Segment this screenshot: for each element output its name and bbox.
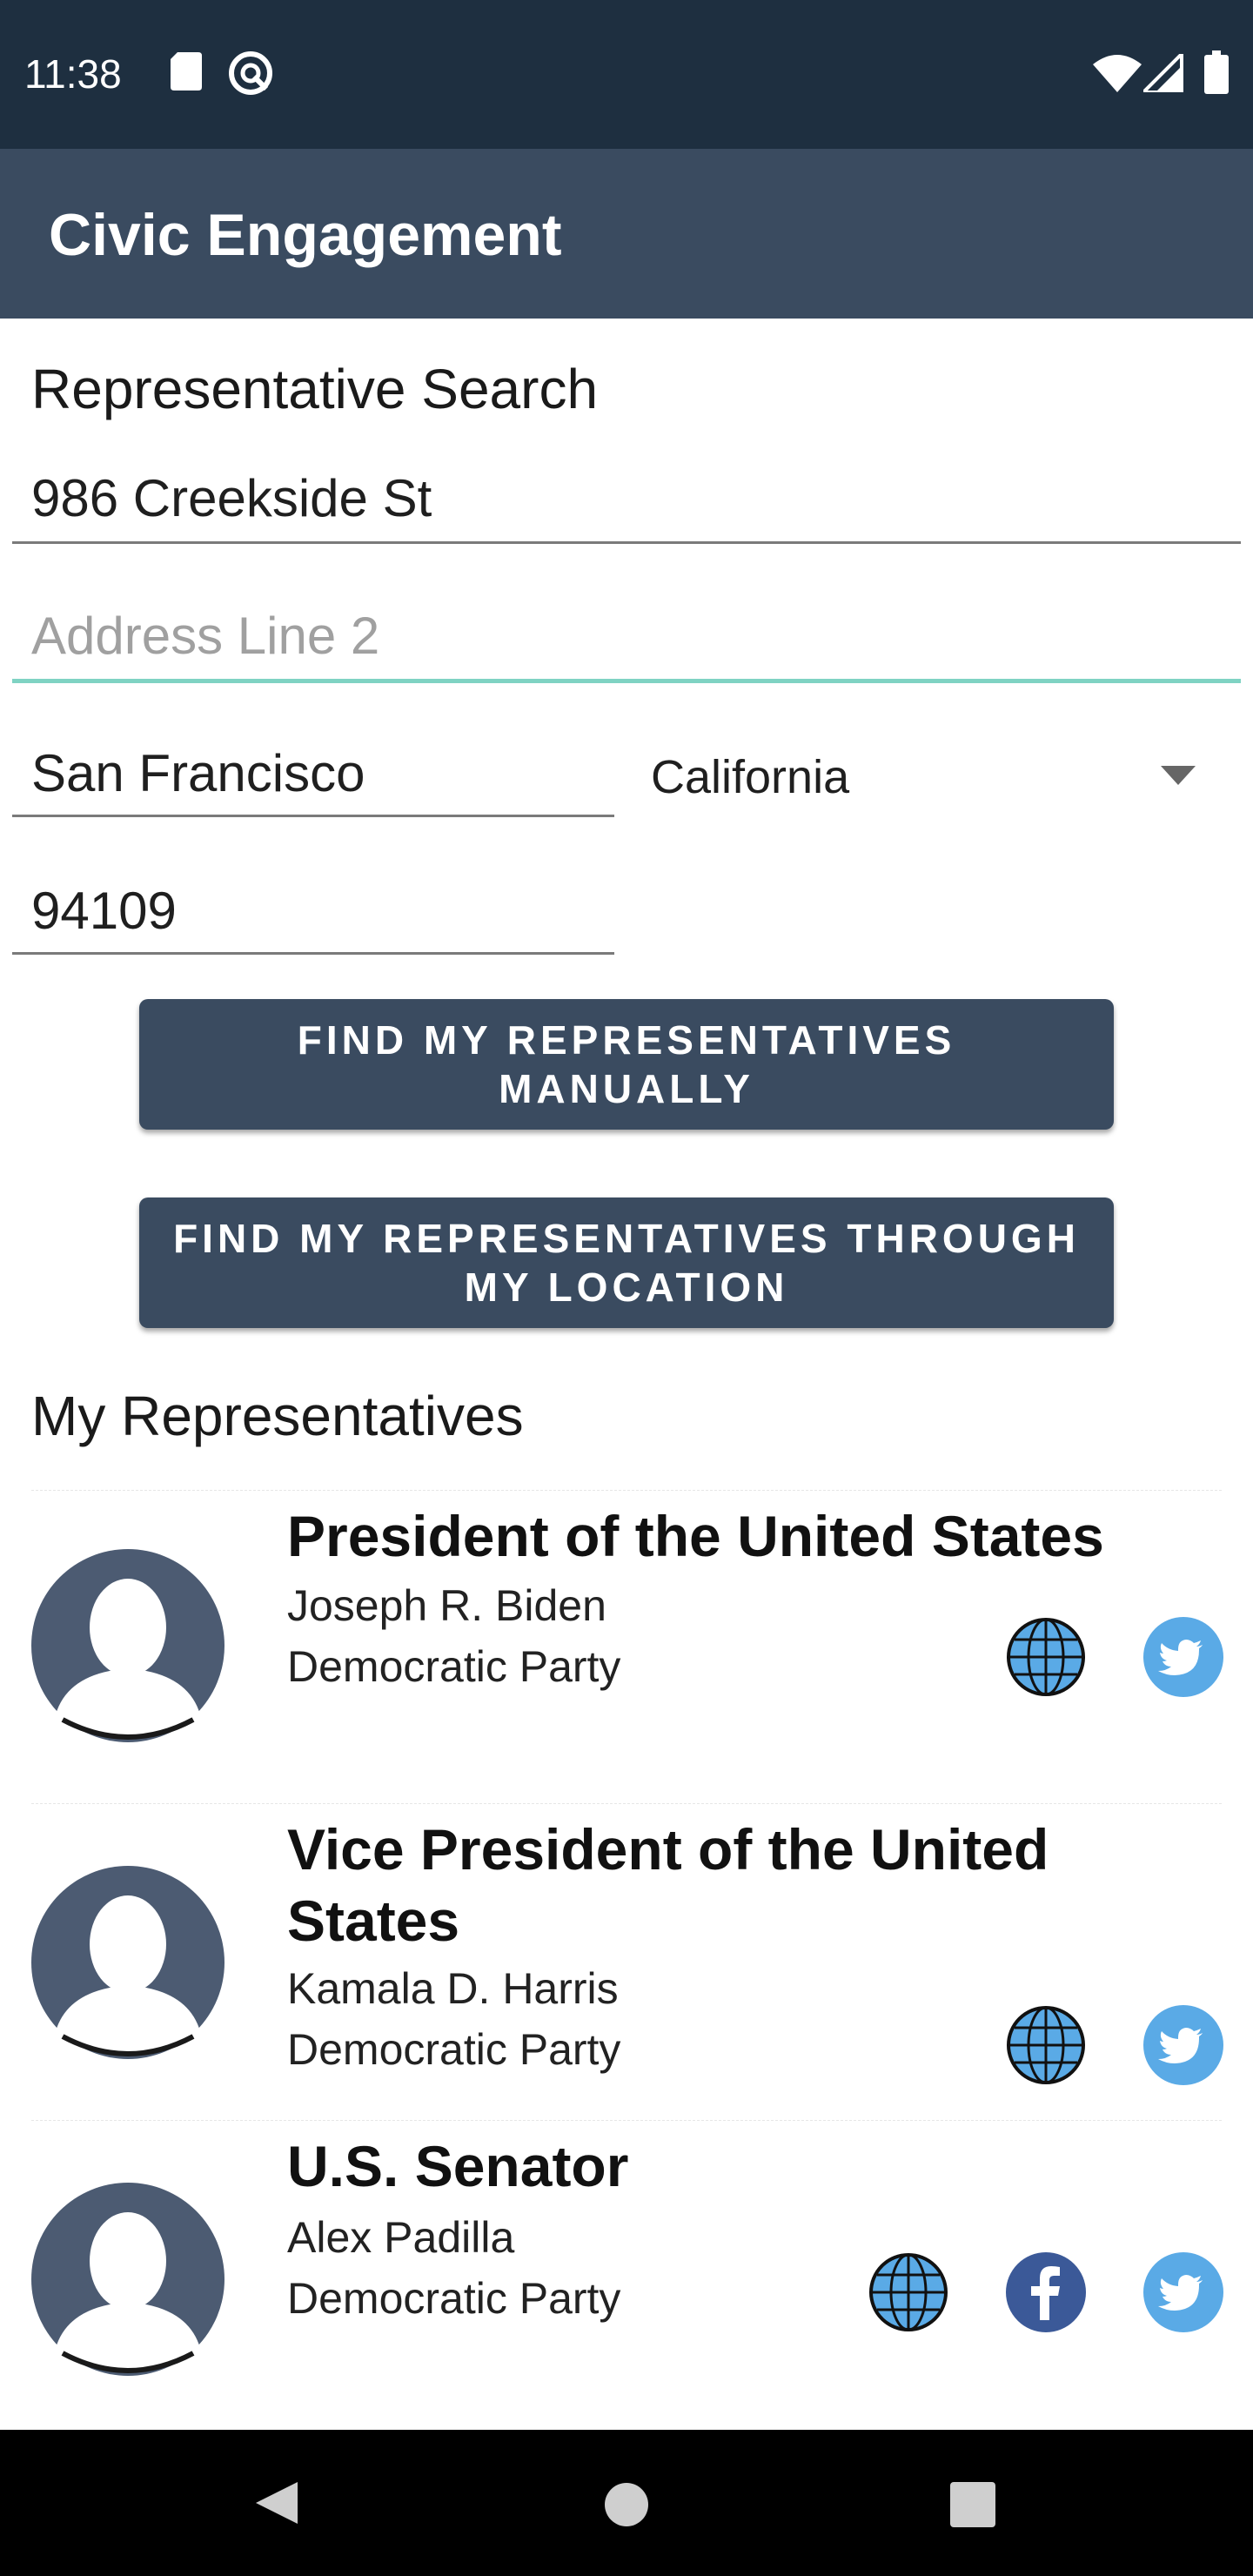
do-not-disturb-icon — [228, 50, 273, 100]
twitter-icon[interactable] — [1143, 2005, 1223, 2085]
divider — [31, 2120, 1222, 2121]
state-select[interactable]: California — [651, 750, 849, 804]
chevron-down-icon[interactable] — [1161, 766, 1196, 789]
address-line-2-placeholder: Address Line 2 — [31, 607, 380, 665]
zip-field[interactable]: 94109 — [12, 872, 614, 955]
globe-icon[interactable] — [1006, 2005, 1086, 2085]
avatar-icon — [31, 2183, 224, 2376]
representative-name: Joseph R. Biden — [287, 1581, 606, 1630]
status-time: 11:38 — [24, 51, 122, 97]
wifi-icon — [1093, 54, 1142, 97]
button-label-line-2: MY LOCATION — [464, 1265, 789, 1310]
title-line-2: States — [287, 1888, 460, 1953]
address-line-2-field[interactable]: Address Line 2 — [12, 597, 1241, 683]
representative-party: Democratic Party — [287, 2274, 621, 2323]
representative-search-heading: Representative Search — [31, 358, 599, 420]
app-bar: Civic Engagement — [0, 149, 1253, 319]
system-navigation-bar — [0, 2430, 1253, 2576]
zip-value: 94109 — [31, 882, 177, 940]
divider — [31, 1803, 1222, 1804]
avatar-icon — [31, 1549, 224, 1742]
representative-title: U.S. Senator — [287, 2134, 629, 2198]
find-representatives-location-button[interactable]: FIND MY REPRESENTATIVES THROUGH MY LOCAT… — [139, 1197, 1114, 1328]
representative-card[interactable]: U.S. Senator Alex Padilla Democratic Par… — [0, 2120, 1253, 2425]
sd-card-icon — [171, 52, 202, 95]
twitter-icon[interactable] — [1143, 1617, 1223, 1697]
globe-icon[interactable] — [1006, 1617, 1086, 1697]
representative-title: Vice President of the United States — [287, 1814, 1157, 1956]
find-representatives-manually-button[interactable]: FIND MY REPRESENTATIVES MANUALLY — [139, 999, 1114, 1130]
title-line-1: Vice President of the United — [287, 1817, 1049, 1882]
representative-card[interactable]: Vice President of the United States Kama… — [0, 1803, 1253, 2116]
address-line-1-field[interactable]: 986 Creekside St — [12, 461, 1241, 544]
signal-icon — [1139, 50, 1183, 97]
facebook-icon[interactable] — [1006, 2252, 1086, 2332]
twitter-icon[interactable] — [1143, 2252, 1223, 2332]
representative-title: President of the United States — [287, 1504, 1104, 1568]
recents-icon[interactable] — [950, 2482, 995, 2527]
address-line-1-value: 986 Creekside St — [31, 469, 432, 527]
home-icon[interactable] — [604, 2482, 649, 2527]
globe-icon[interactable] — [868, 2252, 948, 2332]
city-value: San Francisco — [31, 744, 365, 802]
status-bar: 11:38 — [0, 0, 1253, 149]
representative-card[interactable]: President of the United States Joseph R.… — [0, 1490, 1253, 1786]
app-title: Civic Engagement — [49, 202, 562, 268]
representative-party: Democratic Party — [287, 1642, 621, 1691]
representative-name: Alex Padilla — [287, 2213, 515, 2262]
button-label-line-1: FIND MY REPRESENTATIVES — [297, 1017, 956, 1063]
button-label-line-1: FIND MY REPRESENTATIVES THROUGH — [173, 1216, 1080, 1261]
divider — [31, 1490, 1222, 1491]
back-icon[interactable] — [249, 2468, 301, 2538]
city-field[interactable]: San Francisco — [12, 735, 614, 817]
button-label-line-2: MANUALLY — [499, 1066, 754, 1111]
avatar-icon — [31, 1866, 224, 2059]
representative-name: Kamala D. Harris — [287, 1964, 619, 2013]
representative-party: Democratic Party — [287, 2025, 621, 2074]
battery-icon — [1204, 50, 1229, 98]
my-representatives-heading: My Representatives — [31, 1385, 524, 1447]
